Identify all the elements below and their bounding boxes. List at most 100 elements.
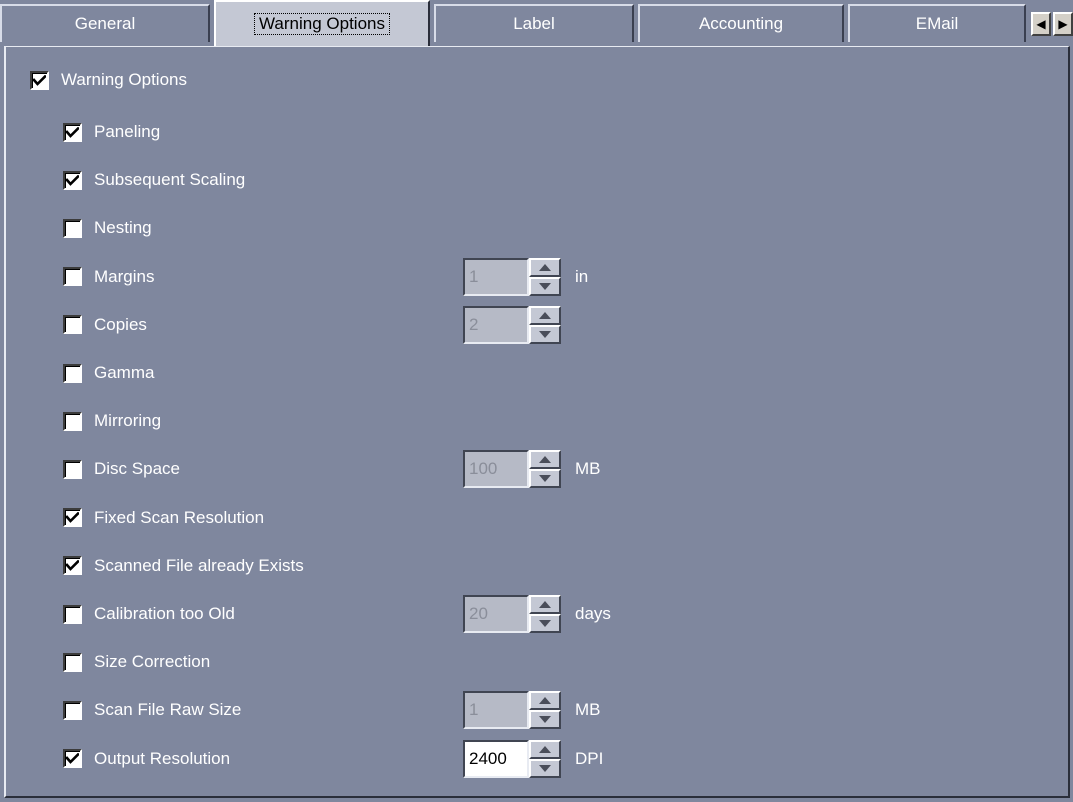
disc-space-spin-up-button[interactable] [529, 450, 561, 470]
warning-options-panel: Warning Options Paneling Subsequent Scalin… [4, 46, 1070, 798]
tab-label-label: Label [513, 14, 555, 33]
disc-space-label[interactable]: Disc Space [94, 459, 180, 479]
margins-checkbox[interactable] [63, 267, 82, 287]
calibration-too-old-label[interactable]: Calibration too Old [94, 604, 235, 624]
checkmark-icon [66, 560, 79, 572]
calibration-too-old-spin-down-button[interactable] [529, 614, 561, 633]
checkmark-icon [66, 753, 79, 764]
arrow-down-icon [539, 475, 551, 483]
tab-accounting-label: Accounting [698, 14, 784, 33]
arrow-left-icon: ◀ [1036, 17, 1046, 31]
mirroring-checkbox[interactable] [63, 411, 82, 431]
copies-spin-up-button[interactable] [529, 305, 561, 325]
paneling-checkbox[interactable] [63, 122, 82, 142]
arrow-up-icon [539, 745, 551, 753]
option-row-margins: Margins [63, 264, 154, 290]
option-row-warning-options: Warning Options [30, 67, 187, 93]
tab-general[interactable]: General [0, 4, 210, 42]
arrow-right-icon: ▶ [1058, 17, 1068, 31]
tab-general-label: General [74, 14, 136, 33]
output-resolution-checkbox[interactable] [63, 749, 82, 769]
scan-file-raw-size-spin-buttons [529, 691, 561, 730]
tab-scroll-buttons: ◀ ▶ [1031, 12, 1073, 36]
option-row-nesting: Nesting [63, 215, 152, 241]
gamma-checkbox[interactable] [63, 363, 82, 383]
margins-label[interactable]: Margins [94, 267, 154, 287]
copies-value-field[interactable]: 2 [463, 305, 529, 344]
disc-space-spin-down-button[interactable] [529, 469, 561, 489]
calibration-too-old-checkbox[interactable] [63, 604, 82, 624]
size-correction-label[interactable]: Size Correction [94, 652, 210, 672]
disc-space-value-field[interactable]: 100 [463, 450, 529, 489]
option-row-calibration-too-old: Calibration too Old [63, 601, 235, 627]
warning-options-label[interactable]: Warning Options [61, 70, 187, 90]
calibration-too-old-value-field[interactable]: 20 [463, 595, 529, 633]
output-resolution-value-field[interactable]: 2400 [463, 739, 529, 778]
arrow-up-icon [539, 263, 551, 271]
arrow-down-icon [539, 330, 551, 338]
paneling-label[interactable]: Paneling [94, 122, 160, 142]
scan-file-raw-size-value-field[interactable]: 1 [463, 691, 529, 730]
mirroring-label[interactable]: Mirroring [94, 411, 161, 431]
calibration-too-old-unit: days [575, 604, 611, 623]
scanned-file-already-exists-checkbox[interactable] [63, 556, 82, 576]
checkmark-icon [33, 74, 46, 86]
nesting-checkbox[interactable] [63, 218, 82, 238]
arrow-up-icon [539, 601, 551, 608]
disc-space-checkbox[interactable] [63, 459, 82, 479]
checkmark-icon [66, 174, 79, 186]
subsequent-scaling-checkbox[interactable] [63, 170, 82, 190]
scan-file-raw-size-unit: MB [575, 700, 601, 720]
fixed-scan-resolution-label[interactable]: Fixed Scan Resolution [94, 508, 264, 528]
size-correction-checkbox[interactable] [63, 652, 82, 672]
fixed-scan-resolution-checkbox[interactable] [63, 508, 82, 528]
copies-label[interactable]: Copies [94, 315, 147, 335]
tab-warning-options-label: Warning Options [254, 13, 390, 35]
option-row-mirroring: Mirroring [63, 408, 161, 434]
margins-unit: in [575, 266, 589, 286]
checkmark-icon [66, 512, 79, 523]
arrow-down-icon [539, 282, 551, 290]
tab-scroll-left-button[interactable]: ◀ [1031, 12, 1051, 36]
margins-spin-up-button[interactable] [529, 257, 561, 277]
tab-warning-options[interactable]: Warning Options [214, 0, 430, 46]
arrow-down-icon [539, 716, 551, 724]
tab-accounting[interactable]: Accounting [638, 4, 844, 42]
margins-value-field[interactable]: 1 [463, 257, 529, 296]
scan-file-raw-size-label[interactable]: Scan File Raw Size [94, 700, 241, 720]
scan-file-raw-size-checkbox[interactable] [63, 700, 82, 720]
copies-checkbox[interactable] [63, 315, 82, 335]
option-row-scan-file-raw-size: Scan File Raw Size [63, 697, 241, 723]
tab-strip: General Warning Options Label Accounting… [0, 0, 1073, 46]
tab-scroll-right-button[interactable]: ▶ [1053, 12, 1073, 36]
tab-email[interactable]: EMail [848, 4, 1026, 42]
scan-file-raw-size-spin-up-button[interactable] [529, 691, 561, 711]
scanned-file-already-exists-label[interactable]: Scanned File already Exists [94, 556, 304, 576]
subsequent-scaling-label[interactable]: Subsequent Scaling [94, 170, 245, 190]
option-row-scanned-file-already-exists: Scanned File already Exists [63, 553, 304, 579]
output-resolution-spin-down-button[interactable] [529, 758, 561, 778]
arrow-up-icon [539, 456, 551, 464]
output-resolution-label[interactable]: Output Resolution [94, 749, 230, 769]
option-row-output-resolution: Output Resolution [63, 746, 230, 772]
tab-email-label: EMail [915, 14, 959, 33]
arrow-down-icon [539, 764, 551, 772]
arrow-up-icon [539, 697, 551, 705]
option-row-subsequent-scaling: Subsequent Scaling [63, 167, 245, 193]
tab-label[interactable]: Label [434, 4, 634, 42]
margins-spin-down-button[interactable] [529, 276, 561, 296]
output-resolution-spinner: 2400 DPI [463, 739, 603, 778]
calibration-too-old-spin-up-button[interactable] [529, 595, 561, 614]
nesting-label[interactable]: Nesting [94, 218, 152, 238]
copies-spin-down-button[interactable] [529, 324, 561, 344]
margins-spinner: 1 in [463, 257, 589, 296]
disc-space-spin-buttons [529, 450, 561, 489]
output-resolution-spin-buttons [529, 739, 561, 778]
checkmark-icon [66, 126, 79, 138]
warning-options-checkbox[interactable] [30, 70, 49, 90]
disc-space-spinner: 100 MB [463, 450, 601, 489]
scan-file-raw-size-spin-down-button[interactable] [529, 710, 561, 730]
gamma-label[interactable]: Gamma [94, 363, 154, 383]
output-resolution-spin-up-button[interactable] [529, 739, 561, 759]
option-row-paneling: Paneling [63, 119, 160, 145]
